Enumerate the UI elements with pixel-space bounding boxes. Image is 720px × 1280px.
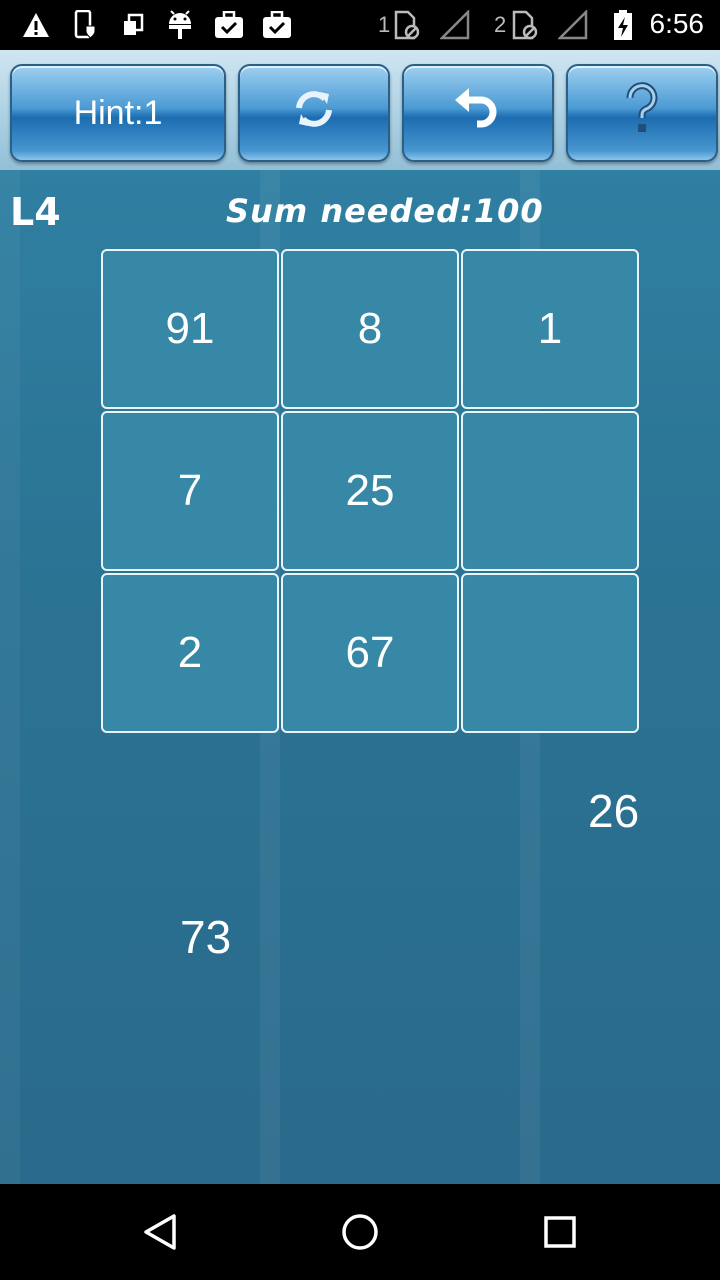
game-board: L4 Sum needed:100 91 8 1 7 25 2 67 26 73 <box>0 170 720 1184</box>
loose-number-tile[interactable]: 26 <box>588 784 639 838</box>
hint-label: Hint:1 <box>73 93 163 132</box>
toolbar: Hint:1 <box>0 50 720 170</box>
undo-button[interactable] <box>402 64 554 162</box>
help-icon <box>622 81 662 145</box>
signal-empty-icon <box>440 10 470 40</box>
grid-cell[interactable]: 25 <box>281 411 459 571</box>
phone-shield-icon <box>74 10 96 40</box>
grid-cell[interactable]: 91 <box>101 249 279 409</box>
grid-cell[interactable]: 2 <box>101 573 279 733</box>
warning-icon <box>22 10 50 40</box>
hint-button[interactable]: Hint:1 <box>10 64 226 162</box>
grid-cell[interactable]: 1 <box>461 249 639 409</box>
grid-cell[interactable]: 8 <box>281 249 459 409</box>
grid-cell-empty[interactable] <box>461 411 639 571</box>
recents-square-icon[interactable] <box>536 1208 584 1256</box>
android-icon <box>166 10 194 40</box>
sim2-label: 2 <box>494 12 507 37</box>
navigation-bar <box>0 1184 720 1280</box>
level-label: L4 <box>10 190 61 234</box>
briefcase-check-icon <box>262 10 292 40</box>
grid-cell-empty[interactable] <box>461 573 639 733</box>
number-grid: 91 8 1 7 25 2 67 <box>100 248 640 734</box>
grid-cell[interactable]: 67 <box>281 573 459 733</box>
copy-icon <box>122 10 144 40</box>
battery-charging-icon <box>612 10 634 40</box>
sim-off-icon <box>510 10 540 40</box>
loose-number-tile[interactable]: 73 <box>180 910 231 964</box>
sim1-label: 1 <box>378 12 391 37</box>
refresh-button[interactable] <box>238 64 390 162</box>
sim-off-icon <box>392 10 422 40</box>
status-bar: 1 2 6:56 <box>0 0 720 50</box>
signal-empty-icon <box>558 10 588 40</box>
sum-needed-label: Sum needed:100 <box>226 192 544 230</box>
briefcase-check-icon <box>214 10 244 40</box>
undo-icon <box>451 84 505 143</box>
back-triangle-icon[interactable] <box>136 1208 184 1256</box>
status-time: 6:56 <box>649 8 705 39</box>
home-circle-icon[interactable] <box>336 1208 384 1256</box>
help-button[interactable] <box>566 64 718 162</box>
refresh-icon <box>289 84 339 143</box>
grid-cell[interactable]: 7 <box>101 411 279 571</box>
